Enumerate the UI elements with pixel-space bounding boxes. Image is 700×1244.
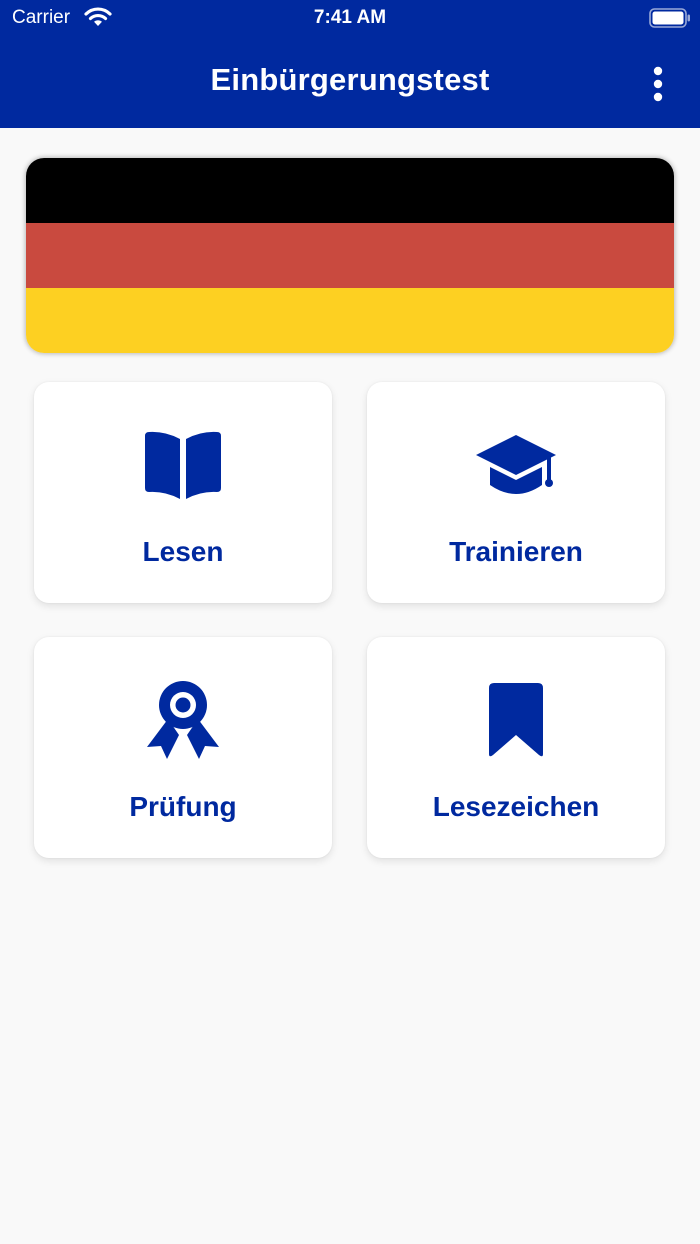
bookmark-icon xyxy=(367,675,665,765)
graduation-cap-icon xyxy=(367,420,665,510)
menu-card-lesezeichen[interactable]: Lesezeichen xyxy=(367,637,665,858)
menu-card-trainieren[interactable]: Trainieren xyxy=(367,382,665,603)
menu-card-label: Trainieren xyxy=(449,536,583,567)
flag-stripe-red xyxy=(26,223,674,288)
clock: 7:41 AM xyxy=(313,7,387,28)
more-vertical-icon[interactable] xyxy=(640,64,676,104)
menu-card-label: Prüfung xyxy=(129,791,237,822)
status-bar: Carrier 7:41 AM xyxy=(0,0,700,36)
page-title: Einbürgerungstest xyxy=(210,62,490,97)
award-icon xyxy=(34,675,332,765)
menu-card-label: Lesen xyxy=(142,536,224,567)
menu-card-lesen[interactable]: Lesen xyxy=(34,382,332,603)
german-flag-banner xyxy=(26,158,674,353)
flag-stripe-gold xyxy=(26,288,674,353)
flag-stripe-black xyxy=(26,158,674,223)
app-bar: Carrier 7:41 AM Einbürgerungstest xyxy=(0,0,700,128)
book-icon xyxy=(34,420,332,510)
menu-card-pruefung[interactable]: Prüfung xyxy=(34,637,332,858)
battery-icon xyxy=(649,8,691,28)
menu-card-label: Lesezeichen xyxy=(432,791,600,822)
